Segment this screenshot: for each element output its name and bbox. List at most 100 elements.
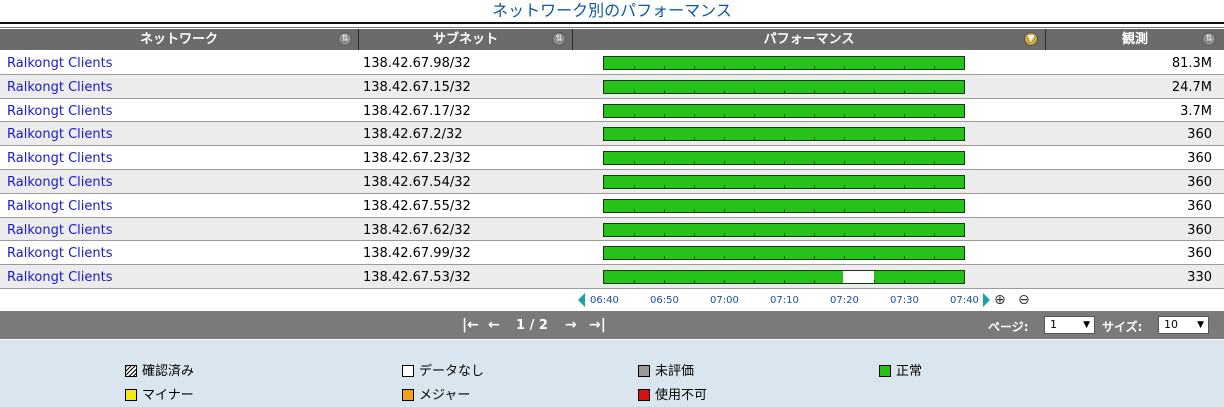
timeline-label: 07:40	[950, 295, 979, 306]
network-link[interactable]: Ralkongt Clients	[7, 56, 112, 71]
bar-tick	[784, 137, 785, 141]
network-link[interactable]: Ralkongt Clients	[7, 175, 112, 190]
column-header-performance[interactable]: パフォーマンス ▼	[573, 29, 1046, 50]
performance-bar[interactable]	[603, 222, 965, 237]
bar-tick	[634, 113, 635, 117]
timeline-label: 07:20	[830, 295, 859, 306]
legend-swatch	[638, 389, 650, 401]
bar-tick	[784, 66, 785, 69]
bar-tick	[724, 208, 725, 212]
bar-tick	[664, 256, 665, 260]
bar-tick	[934, 184, 935, 188]
timeline-back-icon[interactable]	[578, 293, 585, 307]
performance-bar[interactable]	[603, 56, 965, 70]
observed-cell: 330	[1187, 270, 1212, 286]
bar-tick	[724, 89, 725, 93]
legend-swatch	[125, 365, 137, 377]
bar-tick	[814, 208, 815, 212]
legend-label: メジャー	[419, 388, 471, 403]
performance-bar[interactable]	[603, 174, 965, 189]
last-page-icon[interactable]: →|	[589, 317, 606, 333]
legend-item: 未評価	[638, 360, 694, 379]
next-page-icon[interactable]: →	[565, 317, 577, 333]
bar-tick	[694, 113, 695, 117]
network-link[interactable]: Ralkongt Clients	[7, 246, 112, 261]
zoom-out-icon[interactable]: ⊖	[1018, 292, 1030, 308]
bar-tick	[784, 208, 785, 212]
bar-tick	[934, 280, 935, 284]
bar-tick	[874, 184, 875, 188]
pagination-bar: |← ← 1 / 2 → →| ページ: 1 ▼ サイズ: 10 ▼	[0, 311, 1224, 339]
bar-tick	[934, 256, 935, 260]
status-legend: 確認済み データなし 未評価 正常 マイナー メジャー 使用不可	[0, 340, 1224, 407]
table-row: Ralkongt Clients 138.42.67.53/32 330	[0, 265, 1224, 289]
bar-tick	[634, 137, 635, 141]
zoom-in-icon[interactable]: ⊕	[994, 292, 1006, 308]
sort-icon[interactable]: ⇅	[338, 32, 352, 46]
bar-tick	[874, 161, 875, 165]
bar-tick	[724, 137, 725, 141]
sort-icon[interactable]: ⇅	[552, 32, 566, 46]
page-select[interactable]: 1 ▼	[1044, 316, 1095, 334]
timeline-forward-icon[interactable]	[983, 293, 990, 307]
bar-tick	[664, 137, 665, 141]
timeline-label: 07:30	[890, 295, 919, 306]
subnet-cell: 138.42.67.55/32	[363, 198, 471, 214]
bar-tick	[694, 161, 695, 165]
subnet-cell: 138.42.67.17/32	[363, 103, 471, 119]
bar-tick	[754, 137, 755, 141]
network-link[interactable]: Ralkongt Clients	[7, 270, 112, 285]
bar-tick	[904, 184, 905, 188]
bar-tick	[664, 89, 665, 93]
bar-tick	[784, 89, 785, 93]
table-row: Ralkongt Clients 138.42.67.17/32 3.7M	[0, 98, 1224, 123]
network-link[interactable]: Ralkongt Clients	[7, 127, 112, 142]
network-link[interactable]: Ralkongt Clients	[7, 223, 112, 238]
table-row: Ralkongt Clients 138.42.67.62/32 360	[0, 217, 1224, 242]
bar-tick	[664, 280, 665, 284]
performance-bar[interactable]	[603, 151, 965, 166]
subnet-cell: 138.42.67.15/32	[363, 79, 471, 95]
legend-swatch	[402, 365, 414, 377]
column-header-network[interactable]: ネットワーク ⇅	[0, 29, 359, 50]
sort-desc-icon[interactable]: ▼	[1024, 32, 1038, 46]
subnet-cell: 138.42.67.99/32	[363, 246, 471, 262]
network-link[interactable]: Ralkongt Clients	[7, 199, 112, 214]
performance-bar[interactable]	[603, 79, 965, 94]
legend-item: メジャー	[402, 384, 470, 403]
prev-page-icon[interactable]: ←	[488, 317, 500, 333]
timeline-label: 06:50	[650, 295, 679, 306]
bar-tick	[754, 113, 755, 117]
column-header-observed[interactable]: 観測 ⇅	[1046, 29, 1224, 50]
sort-icon[interactable]: ⇅	[1202, 32, 1216, 46]
bar-tick	[634, 232, 635, 236]
observed-cell: 360	[1187, 151, 1212, 167]
chevron-down-icon: ▼	[1197, 320, 1204, 330]
page-indicator: 1 / 2	[516, 318, 548, 333]
first-page-icon[interactable]: |←	[462, 317, 479, 333]
size-select-label: サイズ:	[1102, 320, 1143, 334]
title-divider	[0, 24, 1224, 28]
column-header-subnet[interactable]: サブネット ⇅	[359, 29, 573, 50]
bar-tick	[904, 66, 905, 69]
bar-tick	[634, 184, 635, 188]
bar-tick	[754, 89, 755, 93]
performance-bar[interactable]	[603, 246, 965, 261]
observed-cell: 360	[1187, 198, 1212, 214]
performance-bar[interactable]	[603, 103, 965, 118]
bar-tick	[664, 208, 665, 212]
bar-tick	[904, 113, 905, 117]
performance-bar[interactable]	[603, 198, 965, 213]
network-link[interactable]: Ralkongt Clients	[7, 151, 112, 166]
bar-tick	[664, 66, 665, 69]
network-link[interactable]: Ralkongt Clients	[7, 80, 112, 95]
legend-item: 使用不可	[638, 384, 707, 403]
bar-tick	[844, 184, 845, 188]
subnet-cell: 138.42.67.2/32	[363, 127, 463, 143]
bar-tick	[844, 89, 845, 93]
performance-bar[interactable]	[603, 270, 965, 285]
performance-bar[interactable]	[603, 127, 965, 142]
bar-tick	[874, 232, 875, 236]
network-link[interactable]: Ralkongt Clients	[7, 104, 112, 119]
size-select[interactable]: 10 ▼	[1158, 316, 1209, 334]
